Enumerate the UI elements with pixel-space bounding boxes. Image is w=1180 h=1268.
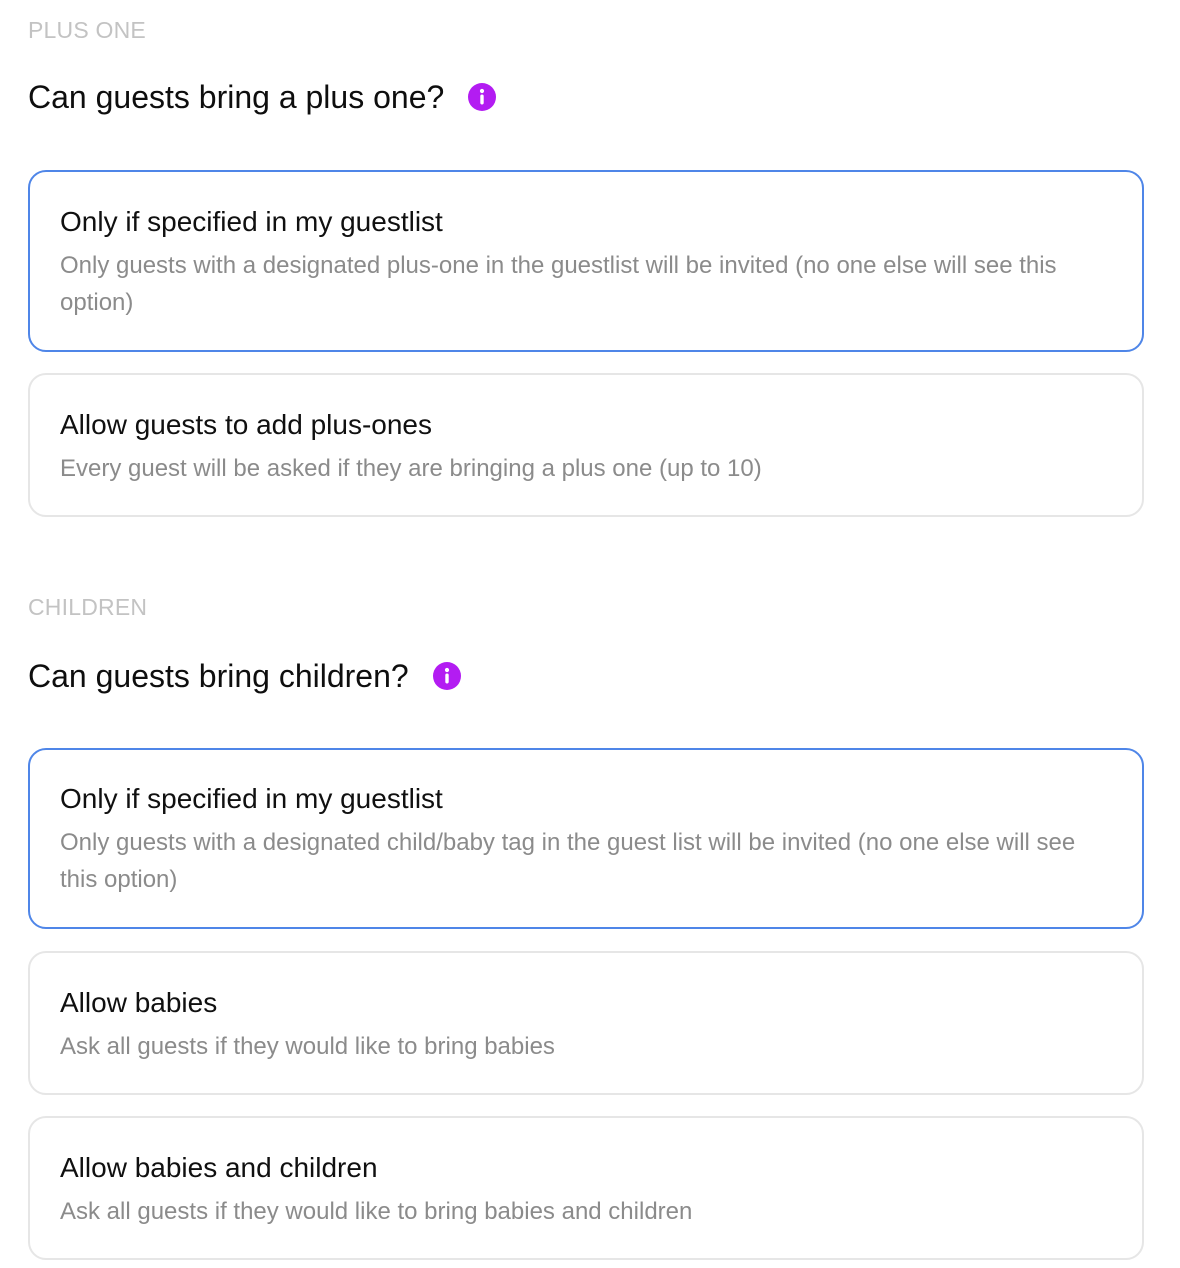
plus-one-option-guestlist[interactable]: Only if specified in my guestlist Only g… xyxy=(28,170,1144,352)
section-label-children: CHILDREN xyxy=(28,594,148,620)
children-option-guestlist[interactable]: Only if specified in my guestlist Only g… xyxy=(28,748,1144,929)
option-title: Only if specified in my guestlist xyxy=(60,206,443,237)
children-option-allow-babies[interactable]: Allow babies Ask all guests if they woul… xyxy=(28,951,1144,1095)
option-description: Only guests with a designated child/baby… xyxy=(60,828,1076,893)
option-title: Allow babies xyxy=(60,987,218,1018)
plus-one-option-allow-add[interactable]: Allow guests to add plus-ones Every gues… xyxy=(28,373,1144,517)
option-title: Allow babies and children xyxy=(60,1152,378,1183)
option-title: Only if specified in my guestlist xyxy=(60,783,443,814)
section-label-plus-one: PLUS ONE xyxy=(28,17,146,43)
question-children: Can guests bring children? xyxy=(28,660,461,692)
children-option-allow-babies-children[interactable]: Allow babies and children Ask all guests… xyxy=(28,1116,1144,1260)
option-description: Ask all guests if they would like to bri… xyxy=(60,1197,693,1225)
info-icon[interactable] xyxy=(468,83,497,111)
option-title: Allow guests to add plus-ones xyxy=(60,409,432,440)
question-plus-one: Can guests bring a plus one? xyxy=(28,79,497,115)
option-description: Every guest will be asked if they are br… xyxy=(60,454,762,482)
info-icon[interactable] xyxy=(432,662,461,690)
question-plus-one-text: Can guests bring a plus one? xyxy=(28,79,445,115)
option-description: Ask all guests if they would like to bri… xyxy=(60,1032,555,1060)
question-children-text: Can guests bring children? xyxy=(28,658,409,694)
option-description: Only guests with a designated plus-one i… xyxy=(60,251,1057,316)
